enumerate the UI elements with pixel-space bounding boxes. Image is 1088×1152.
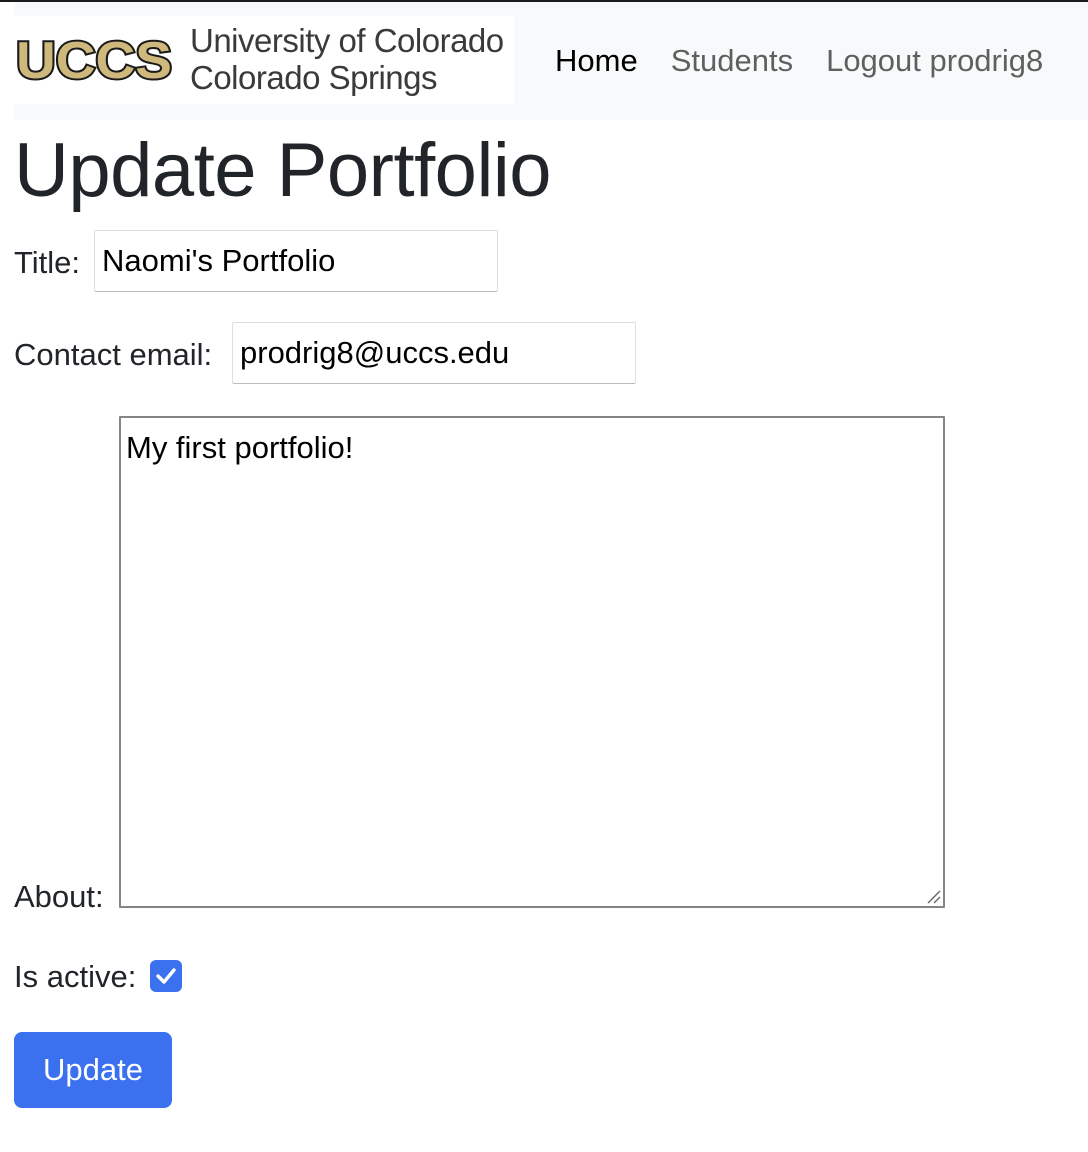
- page-title: Update Portfolio: [14, 128, 552, 213]
- update-button[interactable]: Update: [14, 1032, 172, 1108]
- brand-line-2: Colorado Springs: [190, 59, 437, 96]
- contact-email-label: Contact email:: [14, 337, 213, 372]
- nav-link-home[interactable]: Home: [555, 40, 638, 82]
- brand-line-1: University of Colorado: [190, 22, 504, 59]
- about-label: About:: [14, 879, 104, 914]
- title-input[interactable]: [94, 230, 498, 292]
- brand-text: University of Colorado Colorado Springs: [190, 22, 504, 96]
- nav-links: Home Students Logout prodrig8: [555, 40, 1076, 82]
- svg-text:UCCS: UCCS: [16, 34, 172, 86]
- nav-link-logout[interactable]: Logout prodrig8: [826, 40, 1043, 82]
- about-textarea[interactable]: My first portfolio!: [119, 416, 945, 908]
- nav-link-students[interactable]: Students: [671, 40, 793, 82]
- uccs-logo-mark: UCCS: [14, 34, 174, 86]
- checkmark-icon: [156, 968, 176, 984]
- contact-email-input[interactable]: [232, 322, 636, 384]
- is-active-label: Is active:: [14, 959, 137, 994]
- brand-logo-link[interactable]: UCCS University of Colorado Colorado Spr…: [14, 16, 514, 104]
- is-active-checkbox[interactable]: [150, 960, 182, 992]
- title-label: Title:: [14, 245, 81, 280]
- resize-grip-icon[interactable]: [925, 888, 941, 904]
